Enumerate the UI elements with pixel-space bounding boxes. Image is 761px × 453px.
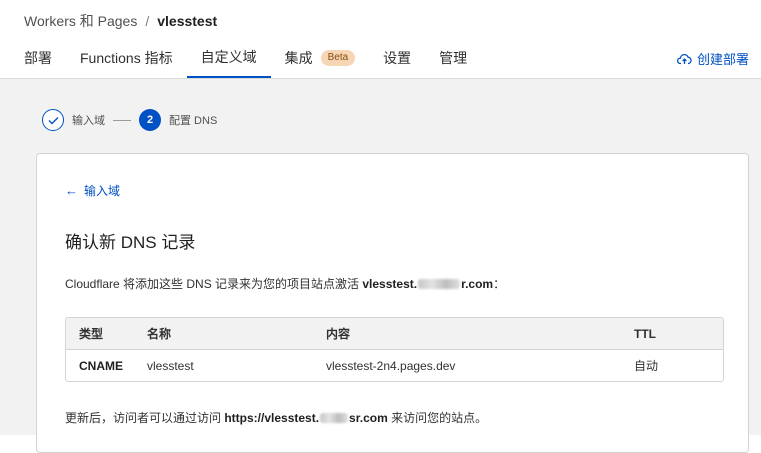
confirm-dns-card: ← 输入域 确认新 DNS 记录 Cloudflare 将添加这些 DNS 记录…: [36, 153, 749, 453]
header-ttl: TTL: [634, 326, 656, 341]
breadcrumb: Workers 和 Pages / vlesstest: [24, 11, 217, 31]
note-suffix: 来访问您的站点。: [387, 411, 488, 425]
tab-label: 管理: [439, 50, 468, 66]
dns-records-table: 类型 名称 内容 TTL CNAME vlesstest vlesstest-2…: [65, 317, 724, 382]
arrow-left-icon: ←: [65, 183, 78, 198]
stepper: 输入域 2 配置 DNS: [42, 109, 217, 131]
tab-custom-domains[interactable]: 自定义域: [186, 38, 271, 78]
redacted-domain: [418, 279, 461, 289]
top-bar: Workers 和 Pages / vlesstest 部署 Functions…: [0, 0, 761, 79]
check-icon: [48, 116, 58, 124]
table-header-row: 类型 名称 内容 TTL: [66, 318, 723, 350]
cell-content: vlesstest-2n4.pages.dev: [326, 358, 456, 373]
cloud-upload-icon: [676, 53, 692, 64]
main-content: 输入域 2 配置 DNS ← 输入域 确认新 DNS 记录 Cloudflare…: [0, 79, 761, 453]
create-deployment-label: 创建部署: [696, 52, 749, 67]
tab-integrations[interactable]: 集成 Beta: [271, 38, 370, 78]
update-note: 更新后，访问者可以通过访问 https://vlesstest. sr.com 来…: [65, 409, 487, 426]
back-label: 输入域: [84, 184, 121, 198]
tab-settings[interactable]: 设置: [369, 38, 425, 78]
tab-label: 集成: [284, 50, 313, 66]
header-type: 类型: [79, 327, 104, 341]
desc-text: Cloudflare 将添加这些 DNS 记录来为您的项目站点激活: [65, 277, 363, 291]
cell-type: CNAME: [79, 358, 123, 373]
cell-ttl: 自动: [634, 359, 659, 373]
create-deployment-button[interactable]: 创建部署: [676, 49, 749, 68]
tab-manage[interactable]: 管理: [425, 38, 481, 78]
tab-bar: 部署 Functions 指标 自定义域 集成 Beta 设置 管理: [0, 38, 481, 78]
header-content: 内容: [326, 327, 351, 341]
back-link[interactable]: ← 输入域: [65, 182, 120, 199]
desc-suffix: ：: [493, 277, 506, 291]
tab-label: 部署: [24, 50, 52, 66]
step-1-done: [42, 109, 64, 131]
breadcrumb-parent[interactable]: Workers 和 Pages: [24, 11, 137, 31]
tab-label: Functions 指标: [80, 50, 173, 66]
desc-domain-end: r.com: [461, 277, 494, 291]
note-domain-start: https://vlesstest.: [224, 411, 320, 425]
step-1-label: 输入域: [72, 115, 105, 127]
step-2-current: 2: [139, 109, 161, 131]
breadcrumb-separator: /: [145, 13, 150, 29]
header-name: 名称: [147, 327, 172, 341]
tab-deployments[interactable]: 部署: [0, 38, 66, 78]
note-domain-end: sr.com: [349, 411, 388, 425]
beta-badge: Beta: [320, 50, 356, 66]
tab-functions-metrics[interactable]: Functions 指标: [66, 38, 187, 78]
desc-domain-start: vlesstest.: [362, 277, 418, 291]
tab-label: 自定义域: [200, 49, 257, 65]
step-2-label: 配置 DNS: [169, 115, 218, 127]
tab-label: 设置: [383, 50, 412, 66]
cell-name: vlesstest: [147, 358, 194, 373]
breadcrumb-current: vlesstest: [157, 13, 218, 29]
table-row: CNAME vlesstest vlesstest-2n4.pages.dev …: [66, 350, 723, 381]
step-connector: [113, 119, 131, 121]
redacted-domain: [320, 413, 349, 423]
note-text: 更新后，访问者可以通过访问: [65, 411, 225, 425]
card-description: Cloudflare 将添加这些 DNS 记录来为您的项目站点激活 vlesst…: [65, 275, 505, 292]
card-title: 确认新 DNS 记录: [65, 233, 196, 252]
